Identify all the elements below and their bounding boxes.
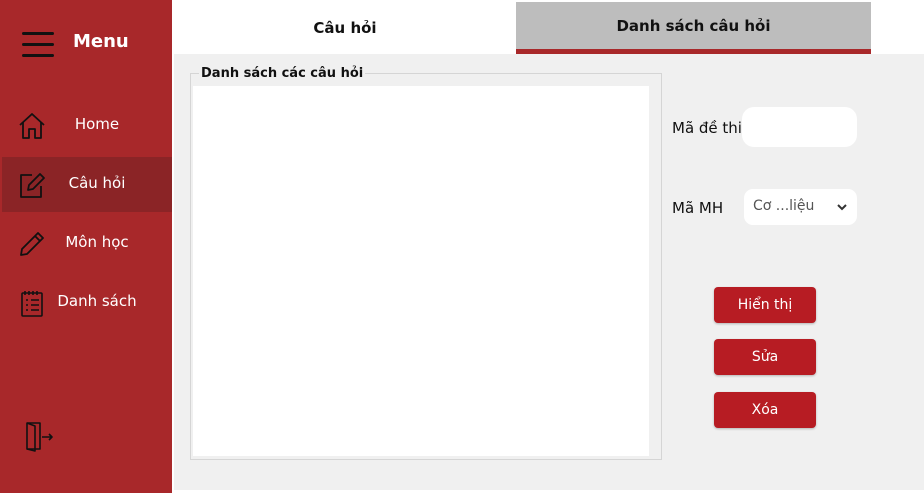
subject-code-select[interactable]: Cơ ...liệu: [744, 189, 857, 225]
question-list-group: Danh sách các câu hỏi: [190, 66, 662, 460]
logout-icon[interactable]: [24, 420, 54, 452]
sidebar-item-label: Danh sách: [57, 292, 137, 310]
app-window: Menu Home Câu hỏi Môn học Danh sách Câu …: [0, 0, 924, 493]
tab-question-list[interactable]: Danh sách câu hỏi: [516, 2, 871, 54]
sidebar: Menu Home Câu hỏi Môn học Danh sách: [0, 0, 172, 493]
sidebar-item-label: Home: [74, 115, 120, 133]
hamburger-menu-icon[interactable]: [22, 32, 54, 58]
show-button[interactable]: Hiển thị: [714, 287, 816, 323]
sidebar-item-label: Câu hỏi: [68, 174, 126, 192]
exam-code-label: Mã đề thi: [672, 119, 742, 137]
chevron-down-icon: [837, 204, 847, 211]
tab-content: Danh sách các câu hỏi Mã đề thi Mã MH Cơ…: [174, 54, 924, 490]
subject-select-value: Cơ ...liệu: [753, 198, 815, 214]
sidebar-item-label: Môn học: [65, 233, 129, 251]
sidebar-header: Menu: [0, 0, 172, 86]
tab-bar-filler: [871, 2, 924, 54]
exam-code-input[interactable]: [742, 107, 857, 147]
tab-questions[interactable]: Câu hỏi: [174, 2, 516, 54]
sidebar-item-questions[interactable]: Câu hỏi: [2, 157, 172, 212]
subject-code-label: Mã MH: [672, 199, 724, 217]
question-listbox[interactable]: [193, 86, 649, 456]
group-title: Danh sách các câu hỏi: [199, 66, 366, 81]
sidebar-item-home[interactable]: Home: [2, 98, 172, 153]
sidebar-item-subjects[interactable]: Môn học: [2, 216, 172, 271]
sidebar-item-list[interactable]: Danh sách: [2, 275, 172, 330]
tab-bar: Câu hỏi Danh sách câu hỏi: [174, 2, 871, 54]
menu-title: Menu: [73, 31, 129, 52]
edit-button[interactable]: Sửa: [714, 339, 816, 375]
delete-button[interactable]: Xóa: [714, 392, 816, 428]
